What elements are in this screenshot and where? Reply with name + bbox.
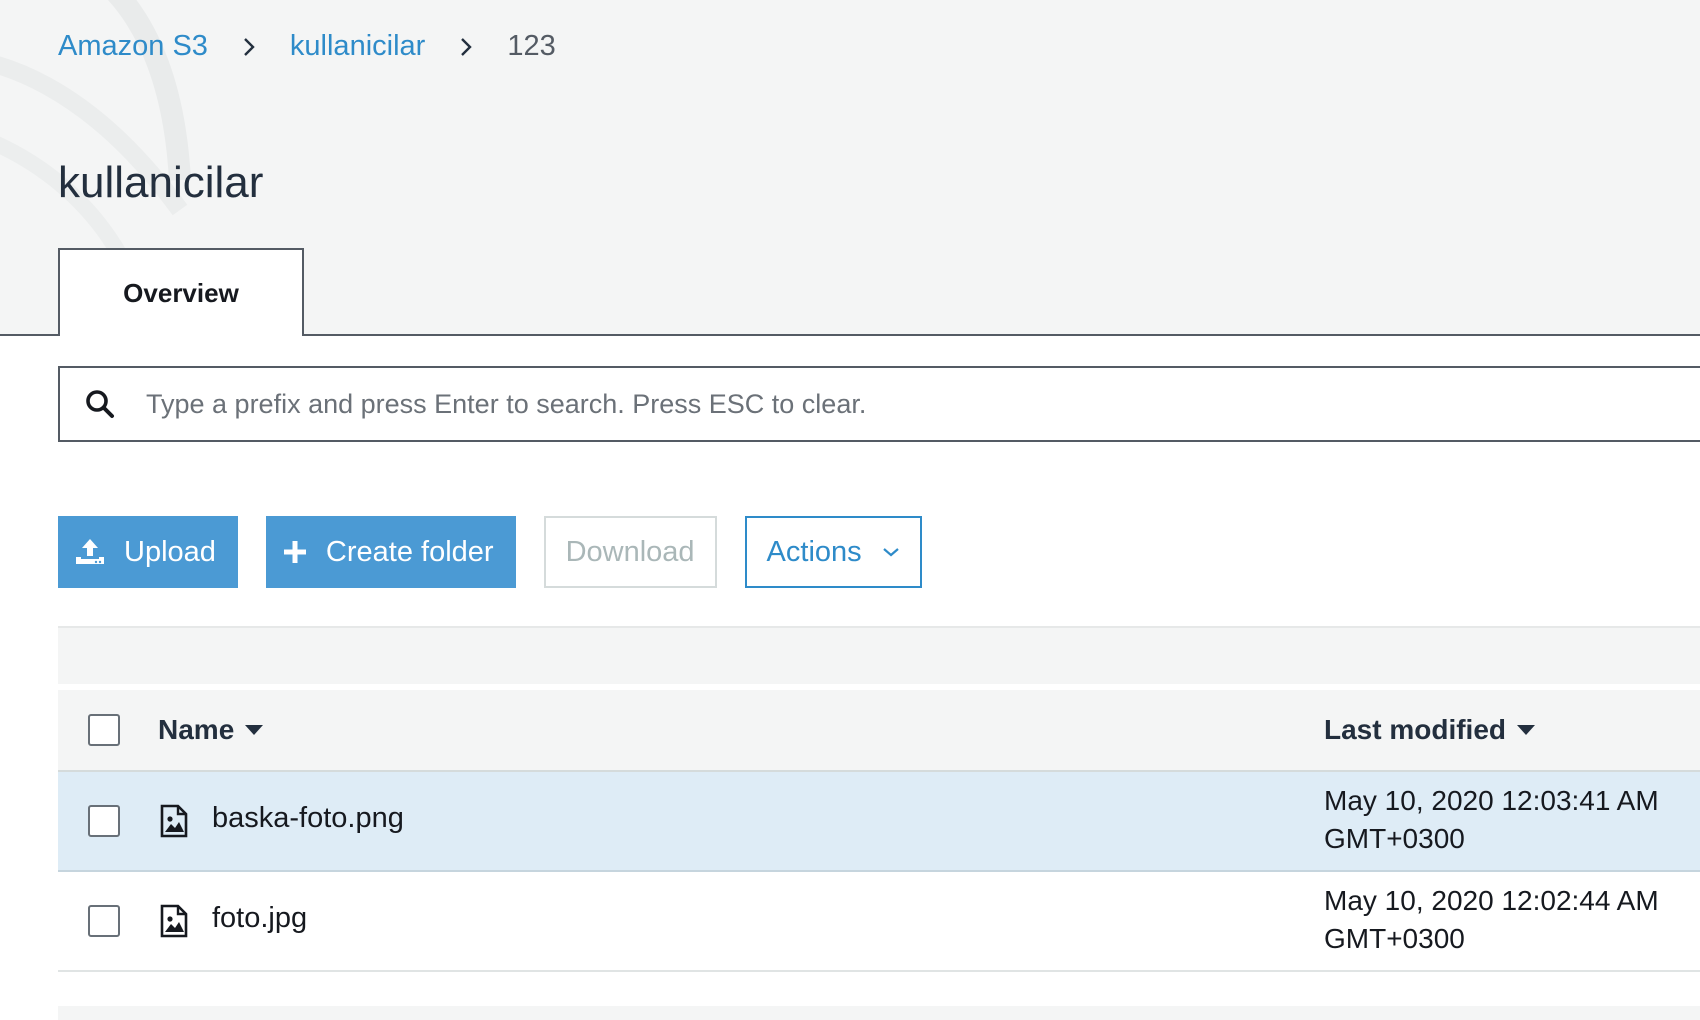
create-folder-button[interactable]: Create folder <box>265 516 516 588</box>
search-icon <box>80 389 120 419</box>
objects-table: Name Last modified baska-foto.png May 10… <box>58 690 1700 972</box>
last-modified-cell: May 10, 2020 12:02:44 AM GMT+0300 <box>1324 882 1659 958</box>
upload-button-label: Upload <box>124 535 216 568</box>
actions-dropdown-button[interactable]: Actions <box>744 516 922 588</box>
table-toolbar-strip <box>58 626 1700 684</box>
chevron-right-icon <box>229 28 269 64</box>
image-file-icon <box>160 904 188 938</box>
page-title: kullanicilar <box>58 158 264 207</box>
table-row[interactable]: foto.jpg May 10, 2020 12:02:44 AM GMT+03… <box>58 872 1700 972</box>
object-toolbar: Upload Create folder Download Actions <box>58 516 950 588</box>
breadcrumb: Amazon S3 kullanicilar 123 <box>58 28 556 64</box>
table-row[interactable]: baska-foto.png May 10, 2020 12:03:41 AM … <box>58 772 1700 872</box>
last-modified-date: May 10, 2020 12:02:44 AM <box>1324 885 1659 916</box>
select-all-checkbox[interactable] <box>88 714 120 746</box>
breadcrumb-bucket[interactable]: kullanicilar <box>290 28 425 64</box>
file-name-link[interactable]: baska-foto.png <box>212 802 404 835</box>
breadcrumb-current-folder: 123 <box>507 30 556 62</box>
image-file-icon <box>160 804 188 838</box>
chevron-right-icon <box>446 28 486 64</box>
table-header: Name Last modified <box>58 690 1700 772</box>
row-checkbox[interactable] <box>88 905 120 937</box>
upload-icon <box>74 537 106 567</box>
last-modified-timezone: GMT+0300 <box>1324 923 1465 954</box>
caret-down-icon <box>1516 724 1536 736</box>
search-box[interactable] <box>58 366 1700 442</box>
last-modified-date: May 10, 2020 12:03:41 AM <box>1324 785 1659 816</box>
search-input[interactable] <box>144 387 1548 421</box>
actions-button-label: Actions <box>766 535 862 568</box>
file-name-link[interactable]: foto.jpg <box>212 902 307 935</box>
plus-icon <box>282 539 308 565</box>
row-checkbox[interactable] <box>88 805 120 837</box>
last-modified-timezone: GMT+0300 <box>1324 823 1465 854</box>
table-footer-strip <box>58 1006 1700 1020</box>
upload-button[interactable]: Upload <box>58 516 238 588</box>
chevron-down-icon <box>882 546 900 558</box>
breadcrumb-amazon-s3[interactable]: Amazon S3 <box>58 28 208 64</box>
column-header-name-label: Name <box>158 714 235 745</box>
tab-overview[interactable]: Overview <box>58 248 304 336</box>
download-button[interactable]: Download <box>543 516 717 588</box>
caret-down-icon <box>244 724 264 736</box>
column-header-name[interactable]: Name <box>158 714 264 746</box>
column-header-last-modified[interactable]: Last modified <box>1324 714 1536 746</box>
column-header-last-modified-label: Last modified <box>1324 714 1507 745</box>
create-folder-button-label: Create folder <box>325 535 494 568</box>
s3-bucket-page: Amazon S3 kullanicilar 123 kullanicilar … <box>0 0 1700 1020</box>
last-modified-cell: May 10, 2020 12:03:41 AM GMT+0300 <box>1324 782 1659 858</box>
